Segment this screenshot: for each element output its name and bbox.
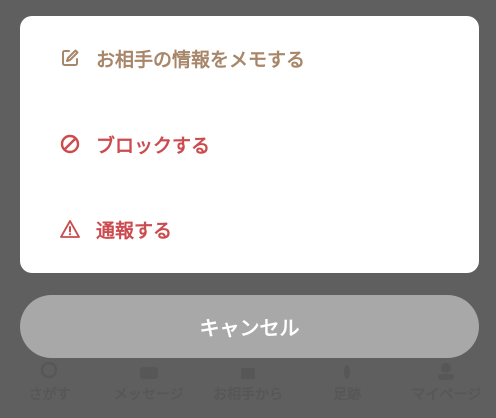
edit-icon [60,48,80,68]
tab-label: マイページ [411,387,482,403]
action-sheet: お相手の情報をメモする ブロックする 通報する [20,16,479,273]
warning-icon [60,219,80,239]
memo-label: お相手の情報をメモする [96,48,306,71]
inbox-icon [237,362,259,380]
block-button[interactable]: ブロックする [60,129,210,159]
cancel-button[interactable]: キャンセル [20,295,479,358]
bottom-tab-bar: さがす メッセージ お相手から 足跡 マイページ [0,358,496,418]
tab-label: お相手から [212,387,283,403]
message-icon [138,362,160,380]
tab-label: 足跡 [333,387,362,403]
person-icon [435,362,457,380]
tab-footprints: 足跡 [299,358,395,404]
memo-partner-info-button[interactable]: お相手の情報をメモする [60,43,305,73]
block-label: ブロックする [96,134,211,157]
report-button[interactable]: 通報する [60,214,172,244]
report-label: 通報する [96,219,173,242]
tab-label: さがす [28,387,71,403]
tab-messages: メッセージ [101,358,197,404]
tab-mypage: マイページ [398,358,494,404]
search-icon [39,362,61,380]
tab-search: さがす [2,358,98,404]
tab-label: メッセージ [113,387,184,403]
block-icon [60,134,80,154]
footprint-icon [336,362,358,380]
tab-from-partner: お相手から [200,358,296,404]
